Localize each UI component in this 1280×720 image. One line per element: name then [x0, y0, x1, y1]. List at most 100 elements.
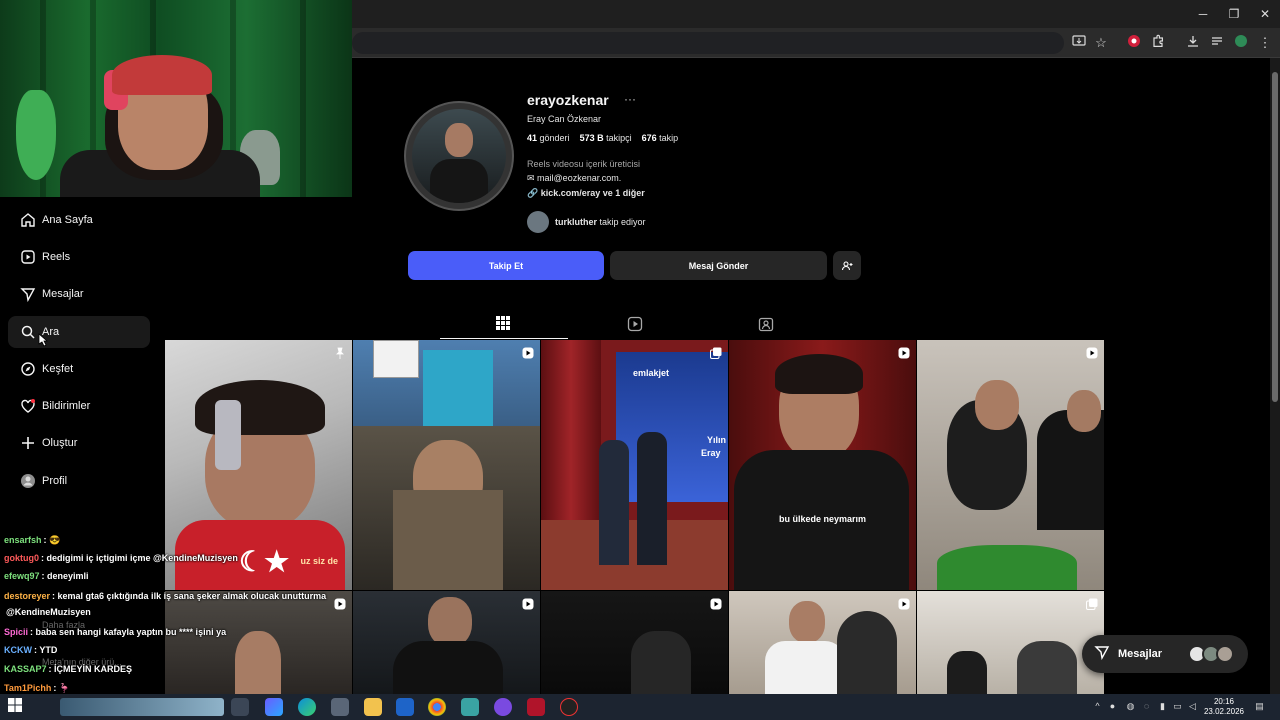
chat-text: : kemal gta6 çıktığında ilk iş sana şeke… — [52, 591, 327, 601]
extension-red-icon[interactable] — [1125, 34, 1143, 52]
close-window-button[interactable]: ✕ — [1250, 4, 1280, 24]
maximize-button[interactable]: ❐ — [1219, 4, 1249, 24]
following-stat[interactable]: 676 takip — [642, 133, 679, 143]
nav-item-search[interactable]: Ara — [8, 316, 150, 348]
tray-app-icon[interactable]: ◌ — [1141, 701, 1152, 712]
microphone-icon[interactable]: ▮ — [1157, 701, 1168, 712]
home-icon — [8, 212, 40, 228]
carousel-icon — [1086, 597, 1098, 610]
plus-icon — [8, 435, 40, 451]
suggested-users-button[interactable] — [833, 251, 861, 280]
nav-label-notifications: Bildirimler — [42, 400, 91, 412]
more-options-icon[interactable]: ··· — [624, 92, 636, 106]
chat-message: KCKW: YTD — [4, 645, 57, 655]
followers-label: takipçi — [606, 133, 632, 143]
reading-list-icon[interactable] — [1208, 34, 1226, 52]
chat-username: KCKW — [4, 645, 32, 655]
extensions-puzzle-icon[interactable] — [1149, 34, 1167, 52]
app-icon[interactable] — [461, 698, 479, 716]
profile-username: erayozkenar — [527, 92, 609, 108]
nav-item-explore[interactable]: Keşfet — [8, 353, 150, 385]
nav-item-create[interactable]: Oluştur — [8, 427, 150, 459]
grid-post[interactable]: bu ülkede neymarım — [729, 340, 916, 590]
profile-full-name: Eray Can Özkenar — [527, 114, 602, 124]
follow-button[interactable]: Takip Et — [408, 251, 604, 280]
minimize-button[interactable]: ─ — [1188, 4, 1218, 24]
nav-item-messages[interactable]: Mesajlar — [8, 278, 150, 310]
copilot-icon[interactable] — [265, 698, 283, 716]
followers-stat[interactable]: 573 B takipçi — [580, 133, 632, 143]
taskbar-clock[interactable]: 20:16 23.02.2026 — [1196, 697, 1252, 717]
grid-post[interactable] — [729, 591, 916, 694]
install-app-icon[interactable] — [1070, 34, 1088, 52]
followed-by-row[interactable]: turkluther takip ediyor — [527, 211, 646, 233]
grid-post[interactable] — [353, 340, 540, 590]
compass-icon — [8, 361, 40, 377]
chat-username: efewq97 — [4, 571, 40, 581]
grid-post[interactable] — [353, 591, 540, 694]
chrome-icon[interactable] — [428, 698, 446, 716]
browser-menu-icon[interactable]: ⋮ — [1256, 34, 1274, 52]
poster-title: Yılın — [707, 435, 727, 445]
heart-icon — [8, 398, 40, 414]
grid-post[interactable]: emlakjet Yılın Eray — [541, 340, 728, 590]
obs-icon[interactable] — [494, 698, 512, 716]
scrollbar-thumb[interactable] — [1272, 72, 1278, 402]
download-icon[interactable] — [1184, 34, 1202, 52]
task-view-icon[interactable] — [231, 698, 249, 716]
address-bar[interactable] — [352, 32, 1064, 54]
tray-chevron-icon[interactable]: ^ — [1092, 701, 1103, 712]
store-icon[interactable] — [331, 698, 349, 716]
bookmark-star-icon[interactable]: ☆ — [1092, 34, 1110, 52]
chat-message: Spicii: baba sen hangi kafayla yaptın bu… — [4, 627, 226, 637]
email-text: mail@eozkenar.com. — [537, 173, 622, 183]
clock-date: 23.02.2026 — [1203, 707, 1245, 716]
chat-message: goktug0: dedigimi iç içtigimi içme @Kend… — [4, 553, 238, 563]
chat-text: : dedigimi iç içtigimi içme @KendineMuzi… — [41, 553, 238, 563]
nav-item-notifications[interactable]: Bildirimler — [8, 390, 150, 422]
page-scrollbar[interactable] — [1270, 58, 1280, 694]
messages-floating-button[interactable]: Mesajlar — [1082, 635, 1248, 673]
tab-tagged-icon[interactable] — [758, 316, 774, 332]
grid-post[interactable] — [541, 591, 728, 694]
nav-label-create: Oluştur — [42, 437, 78, 449]
grid-post[interactable] — [917, 591, 1104, 694]
profile-link[interactable]: 🔗 kick.com/eray ve 1 diğer — [527, 188, 645, 199]
nav-item-home[interactable]: Ana Sayfa — [8, 204, 150, 236]
file-explorer-icon[interactable] — [364, 698, 382, 716]
followed-by-user: turkluther — [555, 217, 598, 227]
sidebar-nav: Ana Sayfa Reels Mesajlar Ara Keşfet Bild… — [0, 197, 165, 527]
profile-avatar[interactable] — [412, 109, 506, 203]
outlook-icon[interactable] — [396, 698, 414, 716]
taskbar-search-banner[interactable] — [60, 698, 224, 716]
following-count: 676 — [641, 133, 657, 143]
network-icon[interactable]: ▭ — [1172, 701, 1183, 712]
windows-taskbar: ^ ● ◍ ◌ ▮ ▭ ◁ 20:16 23.02.2026 ▤ — [0, 694, 1280, 720]
chat-text: : baba sen hangi kafayla yaptın bu **** … — [30, 627, 227, 637]
tray-app-icon[interactable]: ◍ — [1125, 701, 1136, 712]
chat-message: destoreyer: kemal gta6 çıktığında ilk iş… — [4, 591, 326, 601]
chat-username: Tam1Pichh — [4, 683, 52, 693]
notification-center-icon[interactable]: ▤ — [1254, 701, 1265, 712]
app-icon[interactable] — [560, 698, 578, 716]
grid-post[interactable] — [917, 340, 1104, 590]
poster-name: Eray — [701, 448, 721, 458]
tab-reels-icon[interactable] — [627, 316, 643, 332]
chat-username: destoreyer — [4, 591, 51, 601]
nav-item-profile[interactable]: Profil — [8, 465, 150, 497]
app-icon[interactable] — [527, 698, 545, 716]
chat-text: @KendineMuzisyen — [6, 607, 91, 617]
send-message-button[interactable]: Mesaj Gönder — [610, 251, 827, 280]
nav-label-explore: Keşfet — [42, 363, 74, 375]
chat-text: : 😎 — [43, 535, 61, 545]
chat-text: : deneyimli — [41, 571, 89, 581]
reel-icon — [522, 346, 534, 359]
reel-icon — [898, 597, 910, 610]
edge-icon[interactable] — [298, 698, 316, 716]
nav-item-reels[interactable]: Reels — [8, 241, 150, 273]
windows-start-icon[interactable] — [8, 698, 26, 716]
search-icon — [8, 324, 40, 340]
profile-avatar-icon[interactable] — [1232, 34, 1250, 52]
tab-posts-grid-icon[interactable] — [496, 316, 512, 332]
tray-app-icon[interactable]: ● — [1107, 701, 1118, 712]
